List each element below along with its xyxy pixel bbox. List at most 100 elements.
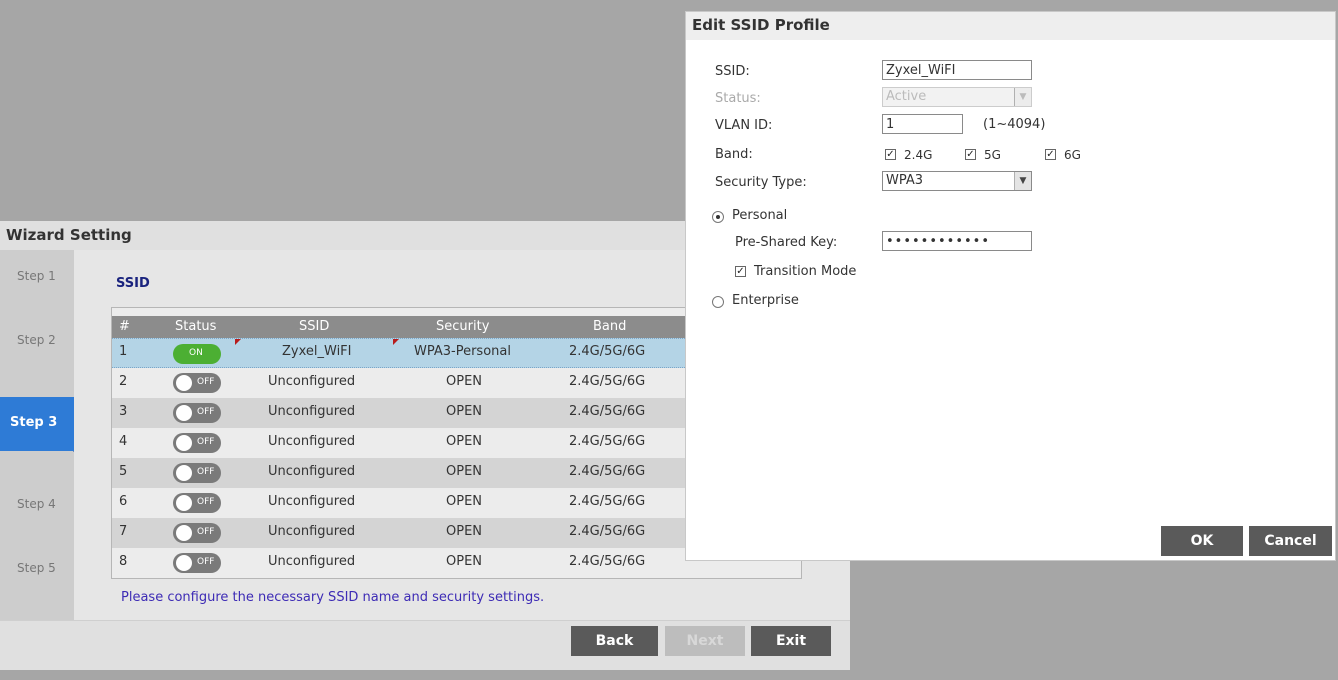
toggle-knob: [176, 525, 192, 541]
row-ssid: Unconfigured: [268, 464, 356, 479]
psk-input[interactable]: [882, 231, 1032, 251]
ssid-input[interactable]: [882, 60, 1032, 80]
transition-mode-checkbox[interactable]: ✓: [735, 266, 746, 277]
toggle-label: OFF: [197, 407, 215, 417]
personal-radio[interactable]: [712, 211, 724, 223]
security-type-select[interactable]: WPA3 ▼: [882, 171, 1032, 191]
toggle-label: OFF: [197, 497, 215, 507]
toggle-knob: [176, 465, 192, 481]
row-number: 7: [119, 524, 128, 539]
vlan-range: (1~4094): [983, 117, 1046, 132]
band-5g-checkbox[interactable]: ✓: [965, 149, 976, 160]
chevron-down-icon: ▼: [1014, 88, 1031, 106]
row-band: 2.4G/5G/6G: [569, 344, 646, 359]
security-type-value: WPA3: [886, 173, 924, 188]
row-security: OPEN: [446, 554, 483, 569]
row-number: 4: [119, 434, 128, 449]
row-ssid: Unconfigured: [268, 524, 356, 539]
row-ssid: Unconfigured: [268, 434, 356, 449]
vlan-input[interactable]: [882, 114, 963, 134]
row-security: OPEN: [446, 464, 483, 479]
col-security: Security: [436, 319, 490, 334]
status-toggle[interactable]: OFF: [173, 553, 221, 573]
band-label: Band:: [715, 147, 753, 162]
wizard-title: Wizard Setting: [6, 226, 132, 244]
row-ssid: Unconfigured: [268, 554, 356, 569]
enterprise-radio[interactable]: [712, 296, 724, 308]
step-3-label: Step 3: [10, 415, 58, 430]
status-toggle[interactable]: OFF: [173, 403, 221, 423]
vlan-label: VLAN ID:: [715, 118, 773, 133]
ssid-label: SSID:: [715, 64, 750, 79]
radio-dot-icon: [716, 215, 720, 219]
row-band: 2.4G/5G/6G: [569, 464, 646, 479]
footer-divider: [0, 620, 850, 621]
band-6g-checkbox[interactable]: ✓: [1045, 149, 1056, 160]
edit-ssid-dialog: Edit SSID Profile SSID: Status: Active ▼…: [685, 11, 1336, 561]
status-toggle[interactable]: OFF: [173, 523, 221, 543]
section-title: SSID: [116, 276, 150, 291]
row-band: 2.4G/5G/6G: [569, 404, 646, 419]
step-5[interactable]: Step 5: [17, 561, 56, 575]
row-band: 2.4G/5G/6G: [569, 434, 646, 449]
row-number: 3: [119, 404, 128, 419]
row-security: OPEN: [446, 374, 483, 389]
status-value: Active: [886, 89, 927, 104]
personal-label: Personal: [732, 208, 788, 223]
row-ssid: Unconfigured: [268, 374, 356, 389]
dialog-titlebar[interactable]: Edit SSID Profile: [686, 12, 1335, 40]
row-band: 2.4G/5G/6G: [569, 374, 646, 389]
status-label: Status:: [715, 91, 761, 106]
next-button[interactable]: Next: [665, 626, 745, 656]
row-number: 1: [119, 344, 128, 359]
band-5g-label: 5G: [984, 148, 1001, 162]
edited-marker-icon: [393, 339, 399, 345]
row-security: OPEN: [446, 434, 483, 449]
toggle-label: OFF: [197, 557, 215, 567]
row-band: 2.4G/5G/6G: [569, 524, 646, 539]
band-24g-label: 2.4G: [904, 148, 933, 162]
row-ssid: Zyxel_WiFI: [282, 344, 352, 359]
status-toggle[interactable]: ON: [173, 344, 221, 364]
row-security: WPA3-Personal: [414, 344, 511, 359]
status-toggle[interactable]: OFF: [173, 373, 221, 393]
step-4[interactable]: Step 4: [17, 497, 56, 511]
edited-marker-icon: [235, 339, 241, 345]
dialog-title: Edit SSID Profile: [692, 16, 830, 34]
band-6g-label: 6G: [1064, 148, 1081, 162]
psk-label: Pre-Shared Key:: [735, 235, 838, 250]
row-band: 2.4G/5G/6G: [569, 494, 646, 509]
step-1[interactable]: Step 1: [17, 269, 56, 283]
cancel-button[interactable]: Cancel: [1249, 526, 1332, 556]
step-2[interactable]: Step 2: [17, 333, 56, 347]
ok-button[interactable]: OK: [1161, 526, 1243, 556]
enterprise-label: Enterprise: [732, 293, 799, 308]
toggle-label: OFF: [197, 437, 215, 447]
row-number: 6: [119, 494, 128, 509]
security-type-label: Security Type:: [715, 175, 807, 190]
exit-button[interactable]: Exit: [751, 626, 831, 656]
row-band: 2.4G/5G/6G: [569, 554, 646, 569]
row-ssid: Unconfigured: [268, 494, 356, 509]
step-3-active[interactable]: Step 3: [0, 397, 82, 460]
toggle-knob: [176, 405, 192, 421]
toggle-knob: [176, 435, 192, 451]
col-ssid: SSID: [299, 319, 330, 334]
dialog-body: SSID: Status: Active ▼ VLAN ID: (1~4094)…: [686, 40, 1335, 524]
col-number: #: [119, 319, 130, 334]
toggle-label: OFF: [197, 467, 215, 477]
status-toggle[interactable]: OFF: [173, 463, 221, 483]
back-button[interactable]: Back: [571, 626, 658, 656]
status-select[interactable]: Active ▼: [882, 87, 1032, 107]
toggle-label: OFF: [197, 527, 215, 537]
status-toggle[interactable]: OFF: [173, 433, 221, 453]
row-number: 2: [119, 374, 128, 389]
row-security: OPEN: [446, 524, 483, 539]
row-number: 8: [119, 554, 128, 569]
status-toggle[interactable]: OFF: [173, 493, 221, 513]
band-24g-checkbox[interactable]: ✓: [885, 149, 896, 160]
row-security: OPEN: [446, 494, 483, 509]
transition-mode-label: Transition Mode: [754, 264, 857, 279]
chevron-down-icon: ▼: [1014, 172, 1031, 190]
row-security: OPEN: [446, 404, 483, 419]
